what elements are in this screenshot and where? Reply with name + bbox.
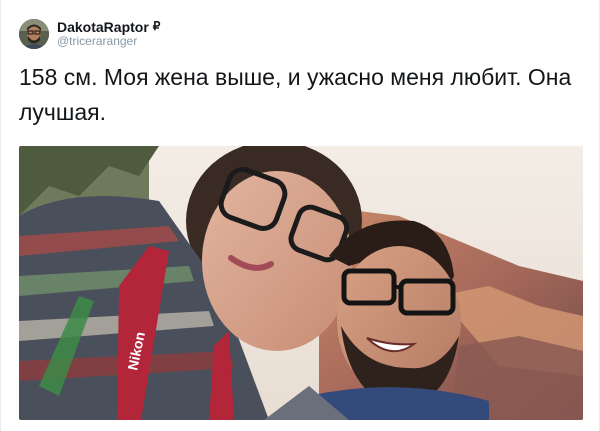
user-handle[interactable]: @triceraranger <box>57 34 160 49</box>
name-glyph: ₽ <box>152 19 161 34</box>
tweet-header: DakotaRaptor ₽ @triceraranger <box>19 16 160 52</box>
display-name[interactable]: DakotaRaptor ₽ <box>57 19 160 35</box>
tweet-card: DakotaRaptor ₽ @triceraranger 158 см. Мо… <box>0 0 600 431</box>
avatar[interactable] <box>19 19 49 49</box>
author-names: DakotaRaptor ₽ @triceraranger <box>57 19 160 49</box>
tweet-photo[interactable]: Nikon <box>19 146 583 420</box>
tweet-text: 158 см. Моя жена выше, и ужасно меня люб… <box>19 64 572 125</box>
selfie-photo: Nikon <box>19 146 583 420</box>
avatar-image <box>19 19 49 49</box>
display-name-text: DakotaRaptor <box>57 19 149 36</box>
